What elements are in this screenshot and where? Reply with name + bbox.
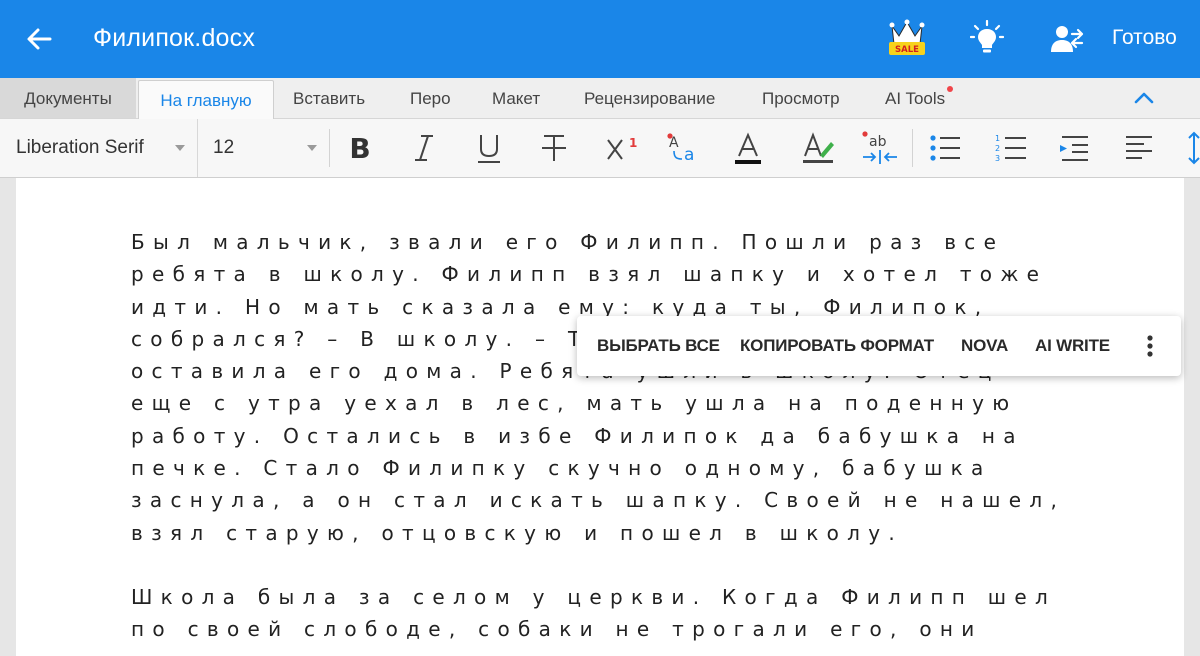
- text-line: еще с утра уехал в лес, мать ушла на под…: [131, 391, 1018, 416]
- svg-text:2: 2: [995, 144, 1000, 153]
- tab-ai-tools[interactable]: AI Tools: [885, 78, 954, 118]
- ribbon-tabs: Документы На главную Вставить Перо Макет…: [0, 78, 1200, 120]
- bold-button[interactable]: B: [337, 125, 383, 171]
- idea-bulb-icon[interactable]: [970, 20, 1004, 56]
- back-arrow-icon[interactable]: [22, 22, 56, 56]
- indent-icon: [1060, 136, 1088, 161]
- more-vertical-icon[interactable]: [1139, 332, 1161, 360]
- highlight-button[interactable]: [795, 125, 841, 171]
- svg-text:a: a: [684, 145, 694, 165]
- copy-format-button[interactable]: КОПИРОВАТЬ ФОРМАТ: [740, 336, 934, 356]
- bullet-list-icon: [930, 135, 960, 161]
- font-family-select[interactable]: Liberation Serif: [0, 119, 196, 177]
- nova-button[interactable]: NOVA: [961, 336, 1008, 356]
- document-title: Филипок.docx: [93, 24, 256, 52]
- tab-insert[interactable]: Вставить: [293, 78, 365, 118]
- bold-icon: B: [349, 132, 370, 165]
- line-spacing-button[interactable]: [1174, 125, 1200, 171]
- tab-view[interactable]: Просмотр: [762, 78, 840, 118]
- premium-crown-icon[interactable]: SALE: [886, 18, 928, 58]
- strikethrough-button[interactable]: [531, 125, 577, 171]
- font-color-button[interactable]: [725, 125, 771, 171]
- notification-dot: [947, 86, 954, 92]
- text-line: по своей слободе, собаки не трогали его,…: [131, 617, 983, 642]
- svg-text:B: B: [349, 132, 370, 165]
- font-family-value: Liberation Serif: [16, 137, 144, 158]
- font-color-icon: [735, 132, 761, 164]
- superscript-button[interactable]: 1: [596, 125, 642, 171]
- text-line: печке. Стало Филипку скучно одному, бабу…: [131, 456, 992, 481]
- text-line: ребята в школу. Филипп взял шапку и хоте…: [131, 262, 1048, 287]
- svg-text:1: 1: [629, 136, 637, 150]
- sale-badge-text: SALE: [895, 45, 919, 55]
- formatting-toolbar: Liberation Serif 12 B 1 A a ab 1 2 3: [0, 119, 1200, 178]
- app-bar: Филипок.docx SALE Готово: [0, 0, 1200, 78]
- align-left-button[interactable]: [1116, 125, 1162, 171]
- text-line: Школа была за селом у церкви. Когда Фили…: [131, 585, 1057, 609]
- change-case-button[interactable]: A a: [660, 125, 706, 171]
- tab-review[interactable]: Рецензирование: [584, 78, 715, 118]
- font-size-value: 12: [213, 137, 235, 158]
- text-context-menu: ВЫБРАТЬ ВСЕ КОПИРОВАТЬ ФОРМАТ NOVA AI WR…: [577, 316, 1181, 376]
- svg-text:3: 3: [995, 154, 1000, 163]
- superscript-icon: 1: [607, 136, 637, 160]
- dropdown-caret-icon: [307, 145, 317, 151]
- highlight-icon: [803, 132, 834, 163]
- italic-icon: [415, 135, 433, 161]
- ai-write-button[interactable]: AI WRITE: [1035, 336, 1110, 356]
- numbered-list-button[interactable]: 1 2 3: [988, 125, 1034, 171]
- align-left-icon: [1126, 136, 1152, 159]
- tab-documents[interactable]: Документы: [0, 78, 136, 118]
- tab-pen[interactable]: Перо: [410, 78, 451, 118]
- done-button[interactable]: Готово: [1112, 26, 1177, 50]
- numbered-list-icon: 1 2 3: [995, 134, 1026, 163]
- text-line: работу. Остались в избе Филипок да бабуш…: [131, 423, 1024, 448]
- underline-icon: [478, 135, 500, 163]
- tab-ai-tools-label: AI Tools: [885, 89, 946, 108]
- strikethrough-icon: [542, 135, 566, 161]
- indent-button[interactable]: [1052, 125, 1098, 171]
- character-spacing-icon: ab: [862, 131, 897, 164]
- toolbar-divider: [329, 129, 330, 167]
- underline-button[interactable]: [466, 125, 512, 171]
- bullet-list-button[interactable]: [922, 125, 968, 171]
- text-line: Был мальчик, звали его Филипп. Пошли раз…: [131, 230, 1005, 254]
- paragraph-2[interactable]: Школа была за селом у церкви. Когда Фили…: [131, 581, 1091, 646]
- svg-text:1: 1: [995, 134, 1000, 143]
- dropdown-caret-icon: [175, 145, 185, 151]
- select-all-button[interactable]: ВЫБРАТЬ ВСЕ: [597, 336, 720, 356]
- line-spacing-icon: [1188, 131, 1200, 165]
- font-case-icon: A a: [667, 133, 694, 165]
- toolbar-divider: [912, 129, 913, 167]
- chevron-up-icon[interactable]: [1132, 86, 1156, 110]
- text-line: заснула, а он стал искать шапку. Своей н…: [131, 488, 1066, 513]
- tab-home[interactable]: На главную: [138, 80, 274, 120]
- svg-text:ab: ab: [869, 134, 887, 150]
- text-line: взял старую, отцовскую и пошел в школу.: [131, 520, 904, 545]
- tab-layout[interactable]: Макет: [492, 78, 540, 118]
- paragraph-1[interactable]: Был мальчик, звали его Филипп. Пошли раз…: [131, 226, 1091, 549]
- italic-button[interactable]: [401, 125, 447, 171]
- character-spacing-button[interactable]: ab: [857, 125, 903, 171]
- font-size-select[interactable]: 12: [197, 119, 326, 177]
- share-user-icon[interactable]: [1050, 22, 1084, 56]
